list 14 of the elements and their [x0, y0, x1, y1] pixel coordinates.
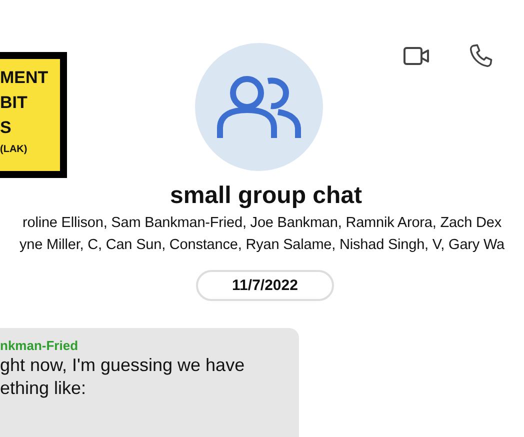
message-text: ething like: — [0, 377, 86, 400]
chat-title: small group chat — [168, 181, 364, 211]
message-text: ght now, I'm guessing we have — [0, 354, 245, 377]
sign-text: (LAK) — [0, 144, 28, 155]
video-camera-icon — [403, 46, 431, 66]
date-divider: 11/7/2022 — [196, 270, 334, 301]
sign-text: S — [0, 117, 12, 139]
member-list: roline Ellison, Sam Bankman-Fried, Joe Bankman, Ramnik Arora, Zach Dex — [0, 212, 524, 234]
phone-icon — [468, 43, 494, 69]
sign-text: MENT — [0, 67, 50, 89]
people-icon — [216, 74, 302, 140]
sign-text: BIT — [0, 92, 28, 114]
sender-name: nkman-Fried — [0, 337, 78, 354]
member-list: yne Miller, C, Can Sun, Constance, Ryan Salame, Nishad Singh, V, Gary Wa — [0, 234, 524, 256]
